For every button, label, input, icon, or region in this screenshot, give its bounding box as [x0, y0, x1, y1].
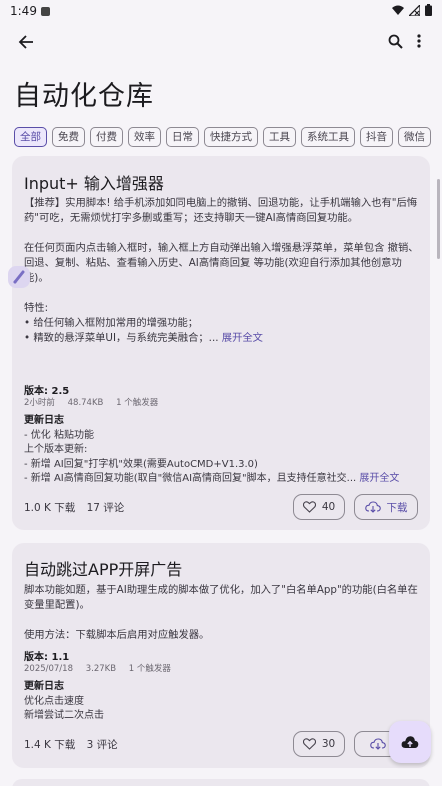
arrow-left-icon: [18, 35, 33, 49]
card-meta: 2小时前 48.74KB 1 个触发器: [24, 396, 168, 408]
trigger-count: 1 个触发器: [116, 398, 159, 408]
updated-time: 2小时前: [24, 398, 55, 408]
changelog-title: 更新日志: [24, 681, 64, 692]
more-options-button[interactable]: [410, 30, 428, 52]
heart-icon: [302, 501, 316, 513]
search-icon: [388, 34, 403, 49]
card-stats: 1.0 K 下载 17 评论: [24, 500, 132, 515]
status-bar: 1:49: [0, 0, 442, 22]
status-time: 1:49: [10, 4, 37, 18]
expand-changelog-link[interactable]: 展开全文: [359, 473, 399, 484]
download-label: 下载: [386, 501, 408, 514]
scrollbar-thumb[interactable]: [437, 179, 440, 259]
chip-shortcuts[interactable]: 快捷方式: [204, 127, 258, 147]
changelog: 更新日志 优化点击速度 新增尝试二次点击: [24, 680, 422, 724]
no-signal-icon: [409, 4, 420, 16]
battery-icon: [425, 4, 432, 16]
expand-description-link[interactable]: 展开全文: [222, 332, 263, 344]
chip-douyin[interactable]: 抖音: [360, 127, 393, 147]
trigger-count: 1 个触发器: [128, 664, 171, 674]
card-title: Input+ 输入增强器: [24, 174, 164, 193]
chip-wechat[interactable]: 微信: [398, 127, 431, 147]
filter-chip-row: 全部 免费 付费 效率 日常 快捷方式 工具 系统工具 抖音 微信: [14, 127, 442, 147]
chip-all[interactable]: 全部: [14, 127, 47, 147]
changelog-title: 更新日志: [24, 415, 64, 426]
comment-count[interactable]: 3 评论: [87, 739, 118, 751]
comment-count[interactable]: 17 评论: [87, 502, 125, 514]
chip-system-tools[interactable]: 系统工具: [301, 127, 355, 147]
download-count: 1.4 K 下载: [24, 739, 76, 751]
search-button[interactable]: [384, 30, 406, 52]
heart-icon: [302, 738, 316, 750]
like-button[interactable]: 40: [293, 494, 345, 520]
back-button[interactable]: [14, 30, 38, 54]
more-vertical-icon: [417, 34, 421, 48]
card-title: 自动跳过APP开屏广告: [24, 560, 183, 579]
card-stats: 1.4 K 下载 3 评论: [24, 737, 126, 752]
wifi-icon: [392, 5, 404, 15]
card-description: 脚本功能如题，基于AI助理生成的脚本做了优化，加入了"白名单App"的功能(白名…: [24, 584, 418, 641]
script-card[interactable]: Input+ 输入增强器 【推荐】实用脚本! 给手机添加如同电脑上的撤销、回退功…: [12, 156, 430, 530]
page-title: 自动化仓库: [14, 81, 154, 112]
like-button[interactable]: 30: [293, 731, 345, 757]
upload-fab[interactable]: [389, 721, 431, 763]
floating-side-handle[interactable]: [8, 266, 30, 288]
file-size: 3.27KB: [85, 664, 117, 674]
notification-icon: [40, 6, 50, 16]
file-size: 48.74KB: [67, 398, 104, 408]
card-meta: 2025/07/18 3.27KB 1 个触发器: [24, 662, 181, 674]
chip-efficiency[interactable]: 效率: [128, 127, 161, 147]
chip-tools[interactable]: 工具: [263, 127, 296, 147]
edit-handle-icon: [13, 270, 25, 284]
changelog: 更新日志 - 优化 粘贴功能 上个版本更新: - 新增 AI回复"打字机"效果(…: [24, 414, 422, 487]
download-button[interactable]: 下载: [354, 494, 418, 520]
cloud-upload-icon: [401, 736, 419, 748]
cloud-download-icon: [364, 501, 381, 513]
like-count: 30: [321, 738, 336, 750]
like-count: 40: [321, 501, 336, 513]
version-label: 版本: 1.1: [24, 652, 70, 663]
script-card-partial[interactable]: [12, 779, 430, 786]
cloud-download-icon: [369, 738, 386, 750]
top-app-bar: [0, 22, 442, 62]
chip-free[interactable]: 免费: [52, 127, 85, 147]
download-count: 1.0 K 下载: [24, 502, 76, 514]
status-icons: [392, 4, 432, 16]
chip-daily[interactable]: 日常: [166, 127, 199, 147]
chip-paid[interactable]: 付费: [90, 127, 123, 147]
card-description: 【推荐】实用脚本! 给手机添加如同电脑上的撤销、回退功能，让手机端输入也有"后悔…: [24, 197, 419, 344]
version-label: 版本: 2.5: [24, 386, 70, 397]
updated-date: 2025/07/18: [24, 664, 73, 674]
script-card[interactable]: 自动跳过APP开屏广告 脚本功能如题，基于AI助理生成的脚本做了优化，加入了"白…: [12, 543, 430, 768]
